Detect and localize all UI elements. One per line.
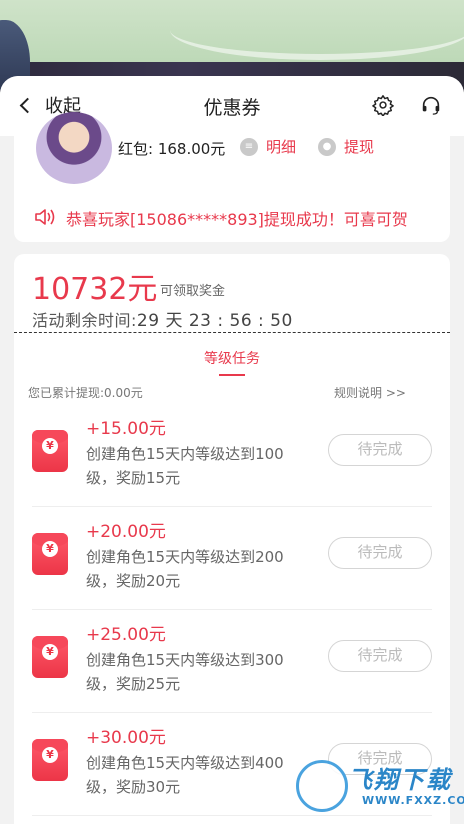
cumulative-withdrawn: 您已累计提现:0.00元: [28, 386, 143, 400]
task-item: ¥ +20.00元 创建角色15天内等级达到200级，奖励20元 待完成: [14, 507, 450, 610]
reward-caption: 可领取奖金: [160, 284, 226, 299]
dashed-divider: [14, 332, 450, 333]
headset-icon[interactable]: [420, 94, 442, 116]
countdown-label: 活动剩余时间:: [32, 311, 137, 330]
task-reward: +20.00元: [86, 522, 166, 542]
rules-link[interactable]: 规则说明 >>: [334, 384, 406, 401]
speaker-icon: [35, 209, 55, 225]
red-envelope-icon: ¥: [32, 533, 68, 575]
watermark-url: WWW.FXXZ.COM: [362, 794, 464, 807]
task-item: ¥ +25.00元 创建角色15天内等级达到300级，奖励25元 待完成: [14, 610, 450, 713]
withdraw-label: 提现: [344, 138, 375, 156]
detail-label: 明细: [266, 138, 297, 156]
redpack-balance: 红包: 168.00元: [118, 140, 226, 158]
tab-underline: [219, 374, 245, 376]
task-description: 创建角色15天内等级达到300级，奖励25元: [86, 651, 284, 693]
watermark-logo-icon: [296, 760, 348, 812]
avatar: [36, 112, 112, 184]
task-card: 10732元 可领取奖金 活动剩余时间:29 天 23 : 56 : 50 等级…: [14, 254, 450, 824]
task-reward: +30.00元: [86, 728, 166, 748]
document-icon: ≡: [240, 137, 258, 156]
countdown: 活动剩余时间:29 天 23 : 56 : 50: [32, 306, 293, 331]
countdown-value: 29 天 23 : 56 : 50: [136, 311, 293, 331]
tab-level-tasks[interactable]: 等级任务: [14, 348, 450, 368]
pending-button[interactable]: 待完成: [328, 434, 432, 466]
coupon-panel: 收起 优惠券 红包: 168.00元 ≡ 明细 ● 提现 恭喜玩家[15086*…: [0, 76, 464, 824]
task-description: 创建角色15天内等级达到100级，奖励15元: [86, 445, 284, 487]
watermark-brand: 飞翔下载: [348, 766, 452, 794]
task-item: ¥ +15.00元 创建角色15天内等级达到100级，奖励15元 待完成: [14, 404, 450, 507]
notice-text: 恭喜玩家[15086*****893]提现成功！可喜可贺: [66, 210, 408, 229]
red-envelope-icon: ¥: [32, 636, 68, 678]
red-envelope-icon: ¥: [32, 739, 68, 781]
red-envelope-icon: ¥: [32, 430, 68, 472]
site-watermark: 飞翔下载 WWW.FXXZ.COM: [296, 752, 464, 818]
task-description: 创建角色15天内等级达到400级，奖励30元: [86, 754, 284, 796]
task-reward: +25.00元: [86, 625, 166, 645]
reward-amount: 10732元: [32, 272, 158, 307]
background-swirl: [170, 0, 464, 60]
detail-link[interactable]: ≡ 明细: [240, 136, 296, 157]
task-description: 创建角色15天内等级达到200级，奖励20元: [86, 548, 284, 590]
withdraw-notice: 恭喜玩家[15086*****893]提现成功！可喜可贺: [14, 192, 450, 242]
chat-icon: ●: [318, 137, 336, 156]
withdraw-link[interactable]: ● 提现: [318, 136, 374, 157]
pending-button[interactable]: 待完成: [328, 537, 432, 569]
pending-button[interactable]: 待完成: [328, 640, 432, 672]
task-reward: +15.00元: [86, 419, 166, 439]
gear-icon[interactable]: [372, 94, 394, 116]
